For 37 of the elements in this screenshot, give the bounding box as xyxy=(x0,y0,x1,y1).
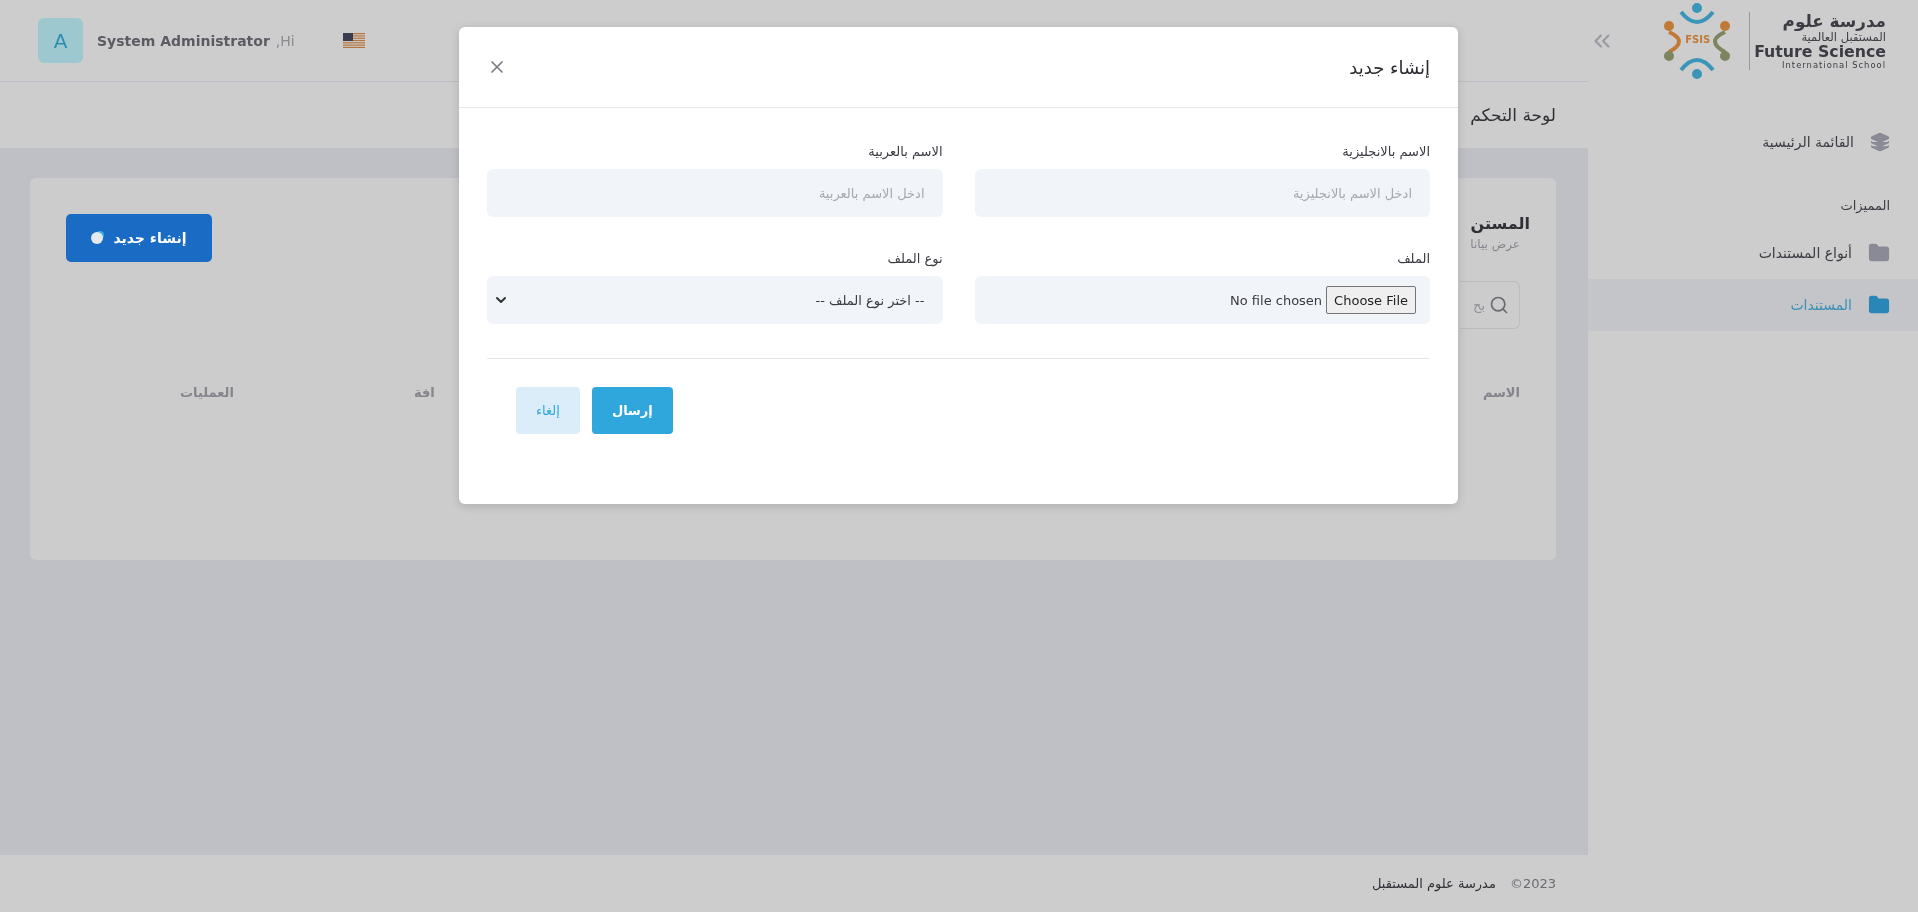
section-title: المميزات xyxy=(1839,198,1891,213)
us-flag-icon[interactable] xyxy=(342,32,365,49)
folder-icon xyxy=(1868,242,1890,264)
file-field[interactable]: No file chosen Choose File xyxy=(974,276,1430,324)
file-status: No file chosen xyxy=(1230,292,1323,308)
page-breadcrumb: لوحة التحكم xyxy=(1470,105,1556,125)
sidebar-item[interactable]: القائمة الرئيسية xyxy=(1588,116,1918,168)
column-header: العمليات xyxy=(180,385,234,400)
search-icon xyxy=(1489,295,1509,315)
modal-title: إنشاء جديد xyxy=(1349,56,1430,78)
text-field[interactable]: ادخل الاسم بالعربية xyxy=(487,169,943,217)
column-header: افة xyxy=(413,385,435,400)
card-title: المستن xyxy=(1470,214,1530,233)
column-header: الاسم xyxy=(1482,385,1520,400)
greeting-text: ,Hi xyxy=(275,32,295,49)
layers-icon xyxy=(1870,132,1890,152)
choose-file-button[interactable]: Choose File xyxy=(1326,286,1416,314)
text-field[interactable]: ادخل الاسم بالانجليزية xyxy=(974,169,1430,217)
select-field[interactable]: -- اختر نوع الملف -- xyxy=(487,276,943,324)
logo-initials: FSIS xyxy=(1685,34,1711,45)
submit-button[interactable]: إرسال xyxy=(591,387,673,434)
sidebar-item[interactable]: أنواع المستندات xyxy=(1588,227,1918,279)
field-label: الاسم بالانجليزية xyxy=(1341,144,1430,159)
logo-english-subtitle: International School xyxy=(1782,60,1886,70)
field-label: الاسم بالعربية xyxy=(867,144,943,159)
copyright-text: ©2023 xyxy=(1509,876,1556,891)
select-value: -- اختر نوع الملف -- xyxy=(815,292,925,308)
card-subtitle: عرض بيانا xyxy=(1470,237,1520,251)
folder-icon xyxy=(1868,294,1890,316)
field-label: نوع الملف xyxy=(886,251,943,266)
footer-school-name: مدرسة علوم المستقبل xyxy=(1371,876,1496,891)
create-button[interactable]: إنشاء جديد xyxy=(66,214,212,262)
logo-arabic-name: مدرسة علوم xyxy=(1782,12,1886,31)
user-name: System Administrator xyxy=(97,32,270,49)
search-placeholder: بح xyxy=(1473,297,1485,313)
field-label: الملف xyxy=(1396,251,1430,266)
logo-english-name: Future Science xyxy=(1754,43,1886,61)
